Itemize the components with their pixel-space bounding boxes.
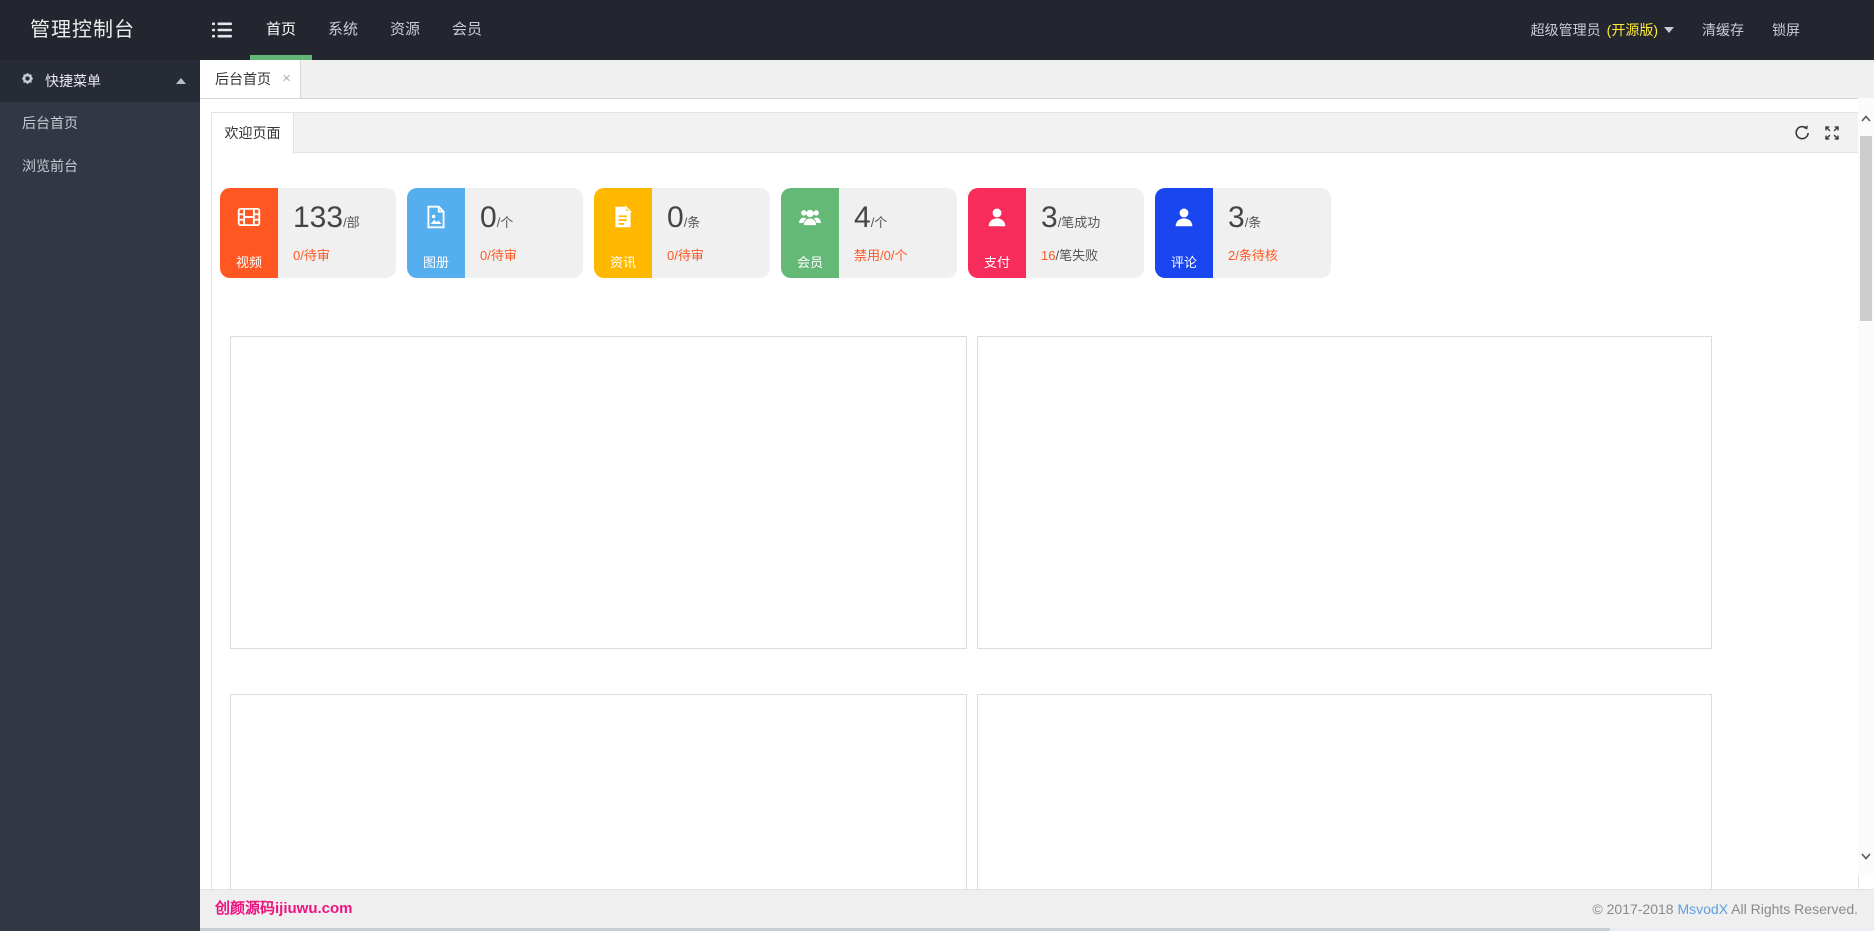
user-name: 超级管理员	[1530, 22, 1601, 38]
nav-item-members[interactable]: 会员	[436, 0, 498, 60]
film-icon: 视频	[220, 188, 278, 278]
sidebar-group-title: 快捷菜单	[45, 73, 101, 89]
stat-value: 133	[293, 200, 344, 234]
sidebar-item-browse-frontend[interactable]: 浏览前台	[0, 145, 200, 188]
doc-icon: 资讯	[594, 188, 652, 278]
stat-value: 3	[1228, 200, 1245, 234]
stat-card-news[interactable]: 资讯 0/条 0/待审	[594, 188, 770, 278]
main-content: 后台首页 × 欢迎页面 视频 133/部 0/待审 图册 0/个 0/待审 资讯…	[200, 60, 1874, 931]
image-icon: 图册	[407, 188, 465, 278]
nav-item-resources[interactable]: 资源	[374, 0, 436, 60]
stat-card-albums[interactable]: 图册 0/个 0/待审	[407, 188, 583, 278]
msvodx-link[interactable]: MsvodX	[1677, 901, 1728, 917]
fullscreen-icon[interactable]	[1823, 124, 1841, 142]
chevron-down-icon	[1664, 27, 1674, 33]
stat-card-members[interactable]: 会员 4/个 禁用/0/个	[781, 188, 957, 278]
sidebar: 快捷菜单 后台首页 浏览前台	[0, 60, 200, 931]
nav-item-home[interactable]: 首页	[250, 0, 312, 60]
stat-value: 3	[1041, 200, 1058, 234]
menu-toggle-icon[interactable]	[212, 22, 232, 38]
collapse-arrow-icon	[176, 78, 186, 84]
tab-backend-home[interactable]: 后台首页 ×	[200, 60, 301, 98]
welcome-panel-header	[212, 113, 1858, 153]
chart-panel-bottom-right	[977, 694, 1712, 891]
chart-panel-top-left	[230, 336, 967, 649]
users-icon: 会员	[781, 188, 839, 278]
scroll-down-icon[interactable]	[1860, 849, 1872, 861]
footer: 创颜源码ijiuwu.com © 2017-2018 MsvodX All Ri…	[200, 889, 1874, 928]
sidebar-item-backend-home[interactable]: 后台首页	[0, 102, 200, 145]
copyright-text: © 2017-2018 MsvodX All Rights Reserved.	[1592, 901, 1858, 917]
active-nav-underline	[250, 55, 312, 60]
app-title: 管理控制台	[30, 19, 135, 41]
stat-value: 0	[480, 200, 497, 234]
stat-card-payments[interactable]: 支付 3/笔成功 16/笔失败	[968, 188, 1144, 278]
vertical-scrollbar[interactable]	[1858, 98, 1874, 875]
subtab-welcome-page[interactable]: 欢迎页面	[212, 113, 294, 154]
scrollbar-thumb[interactable]	[1860, 136, 1872, 321]
user-icon: 支付	[968, 188, 1026, 278]
clear-cache-button[interactable]: 清缓存	[1702, 20, 1744, 40]
user-menu[interactable]: 超级管理员 (开源版)	[1531, 20, 1674, 40]
nav-item-system[interactable]: 系统	[312, 0, 374, 60]
welcome-panel: 欢迎页面 视频 133/部 0/待审 图册 0/个 0/待审 资讯 0/条 0/…	[211, 112, 1859, 892]
refresh-icon[interactable]	[1793, 124, 1811, 142]
stat-value: 4	[854, 200, 871, 234]
stat-value: 0	[667, 200, 684, 234]
close-icon[interactable]: ×	[279, 60, 294, 98]
gear-icon	[20, 71, 35, 91]
welcome-panel-body: 视频 133/部 0/待审 图册 0/个 0/待审 资讯 0/条 0/待审 会员…	[212, 154, 1858, 891]
lock-screen-button[interactable]: 锁屏	[1772, 20, 1800, 40]
sidebar-group-quick-menu[interactable]: 快捷菜单	[0, 60, 200, 102]
footer-source-link[interactable]: 创颜源码ijiuwu.com	[215, 890, 353, 928]
main-nav: 首页 系统 资源 会员	[250, 0, 498, 60]
stat-card-comments[interactable]: 评论 3/条 2/条待核	[1155, 188, 1331, 278]
stat-card-videos[interactable]: 视频 133/部 0/待审	[220, 188, 396, 278]
edition-badge: (开源版)	[1606, 22, 1658, 38]
user-icon: 评论	[1155, 188, 1213, 278]
header-right-menu: 超级管理员 (开源版) 清缓存 锁屏	[1531, 0, 1800, 60]
chart-panel-bottom-left	[230, 694, 967, 891]
top-header: 管理控制台 首页 系统 资源 会员 超级管理员 (开源版) 清缓存 锁屏	[0, 0, 1874, 60]
tab-bar: 后台首页 ×	[200, 60, 1874, 99]
scroll-up-icon[interactable]	[1860, 112, 1872, 124]
chart-panel-top-right	[977, 336, 1712, 649]
